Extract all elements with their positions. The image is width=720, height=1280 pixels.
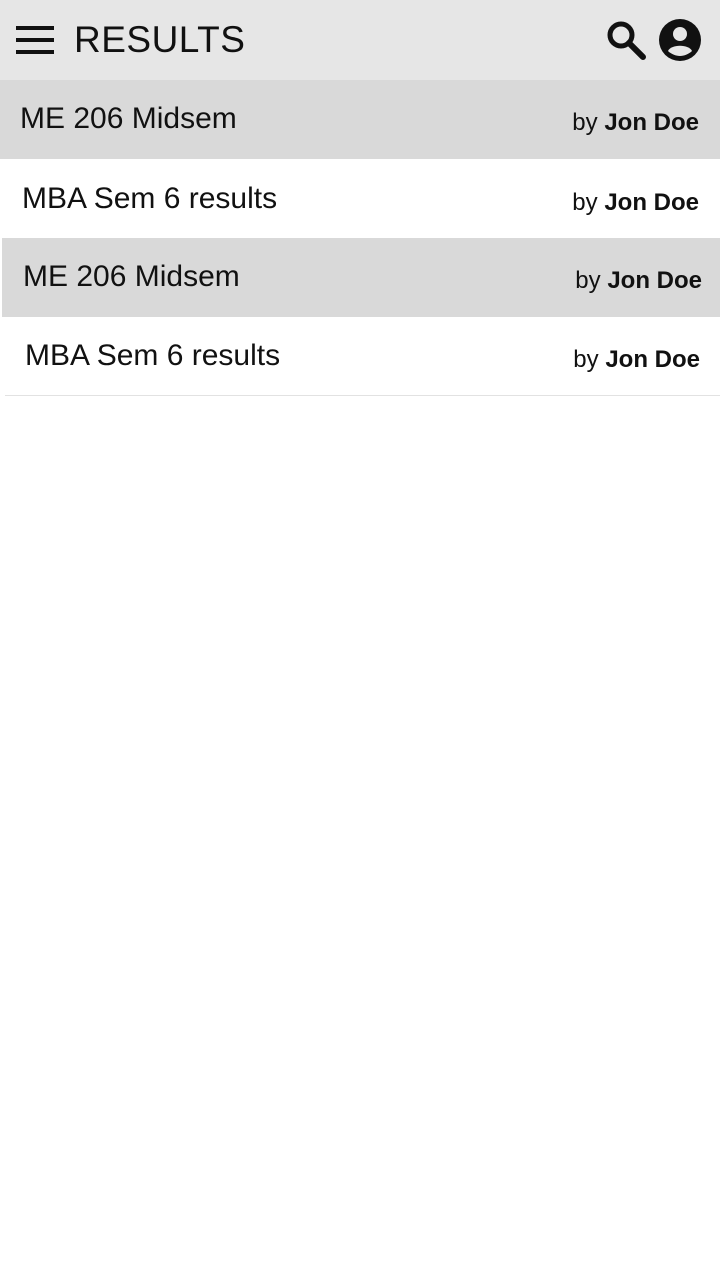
top-app-bar: RESULTS	[0, 0, 720, 80]
result-title: MBA Sem 6 results	[22, 182, 278, 215]
result-item[interactable]: ME 206 Midsem by Jon Doe	[0, 80, 720, 159]
result-item[interactable]: ME 206 Midsem by Jon Doe	[2, 238, 720, 317]
result-item[interactable]: MBA Sem 6 results by Jon Doe	[5, 317, 720, 396]
result-title: ME 206 Midsem	[20, 102, 237, 135]
author-name: Jon Doe	[604, 189, 699, 216]
result-author-line: by Jon Doe	[573, 345, 700, 375]
author-name: Jon Doe	[607, 267, 702, 294]
account-circle-icon[interactable]	[659, 19, 701, 61]
result-title: MBA Sem 6 results	[25, 339, 281, 372]
by-label: by	[572, 109, 598, 136]
by-label: by	[572, 189, 598, 216]
search-icon[interactable]	[604, 18, 648, 62]
by-label: by	[573, 346, 599, 373]
menu-icon[interactable]	[16, 26, 54, 54]
by-label: by	[575, 267, 601, 294]
result-item[interactable]: MBA Sem 6 results by Jon Doe	[2, 160, 720, 239]
results-screen: RESULTS ME 206 Midsem by Jon Doe MBA Sem…	[0, 0, 720, 1280]
result-author-line: by Jon Doe	[572, 108, 699, 138]
page-title: RESULTS	[74, 19, 246, 60]
result-author-line: by Jon Doe	[575, 266, 702, 296]
result-author-line: by Jon Doe	[572, 188, 699, 218]
author-name: Jon Doe	[604, 109, 699, 136]
result-title: ME 206 Midsem	[23, 260, 240, 293]
author-name: Jon Doe	[605, 346, 700, 373]
